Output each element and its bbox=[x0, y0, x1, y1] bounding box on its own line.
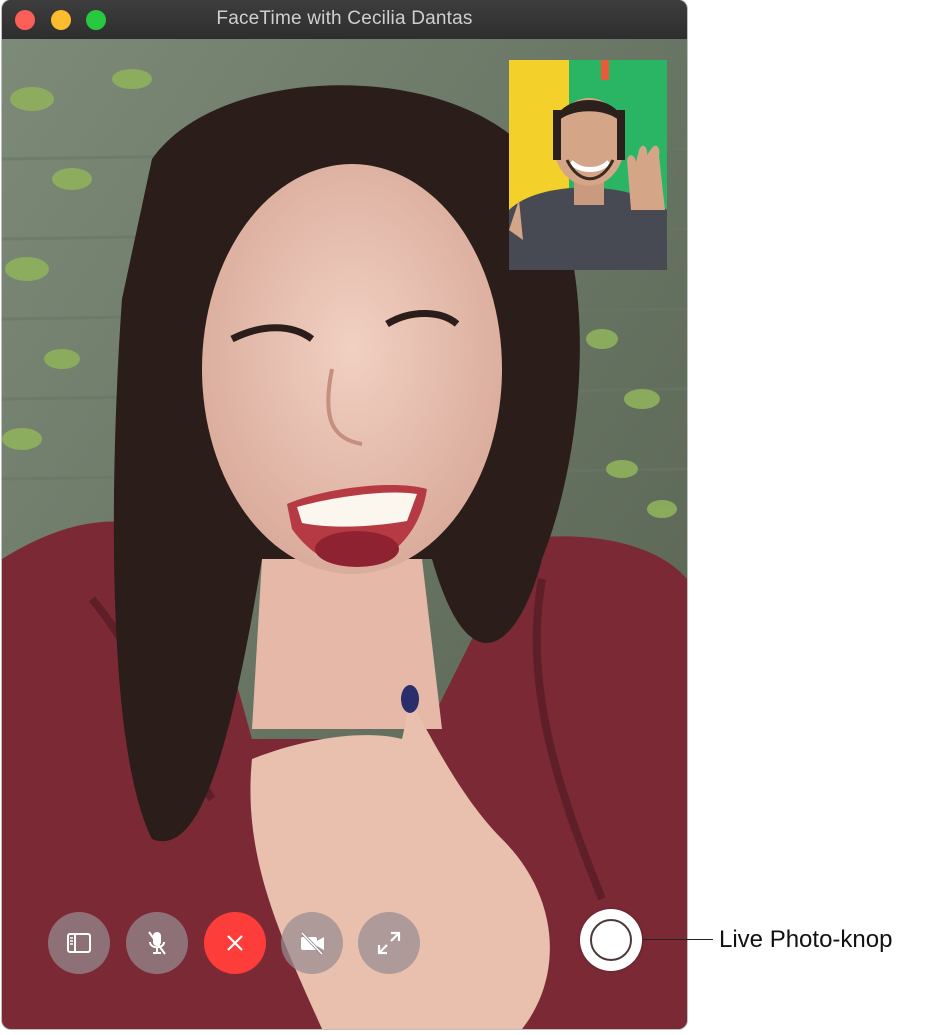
callout-line bbox=[643, 939, 713, 940]
shutter-ring-icon bbox=[590, 919, 632, 961]
video-off-icon bbox=[300, 931, 324, 956]
microphone-muted-icon bbox=[148, 931, 166, 955]
close-icon bbox=[227, 935, 243, 951]
live-photo-callout-label: Live Photo-knop bbox=[719, 926, 893, 953]
camera-toggle-button[interactable] bbox=[281, 912, 343, 974]
title-bar: FaceTime with Cecilia Dantas bbox=[2, 0, 687, 39]
facetime-window: FaceTime with Cecilia Dantas bbox=[2, 0, 687, 1029]
sidebar-button[interactable] bbox=[48, 912, 110, 974]
self-view-video[interactable] bbox=[509, 60, 667, 270]
fullscreen-button[interactable] bbox=[358, 912, 420, 974]
end-call-button[interactable] bbox=[204, 912, 266, 974]
sidebar-icon bbox=[67, 933, 91, 953]
live-photo-button[interactable] bbox=[580, 909, 642, 971]
window-title: FaceTime with Cecilia Dantas bbox=[216, 8, 473, 29]
self-view-image bbox=[509, 60, 667, 270]
expand-icon bbox=[377, 931, 401, 955]
mute-button[interactable] bbox=[126, 912, 188, 974]
